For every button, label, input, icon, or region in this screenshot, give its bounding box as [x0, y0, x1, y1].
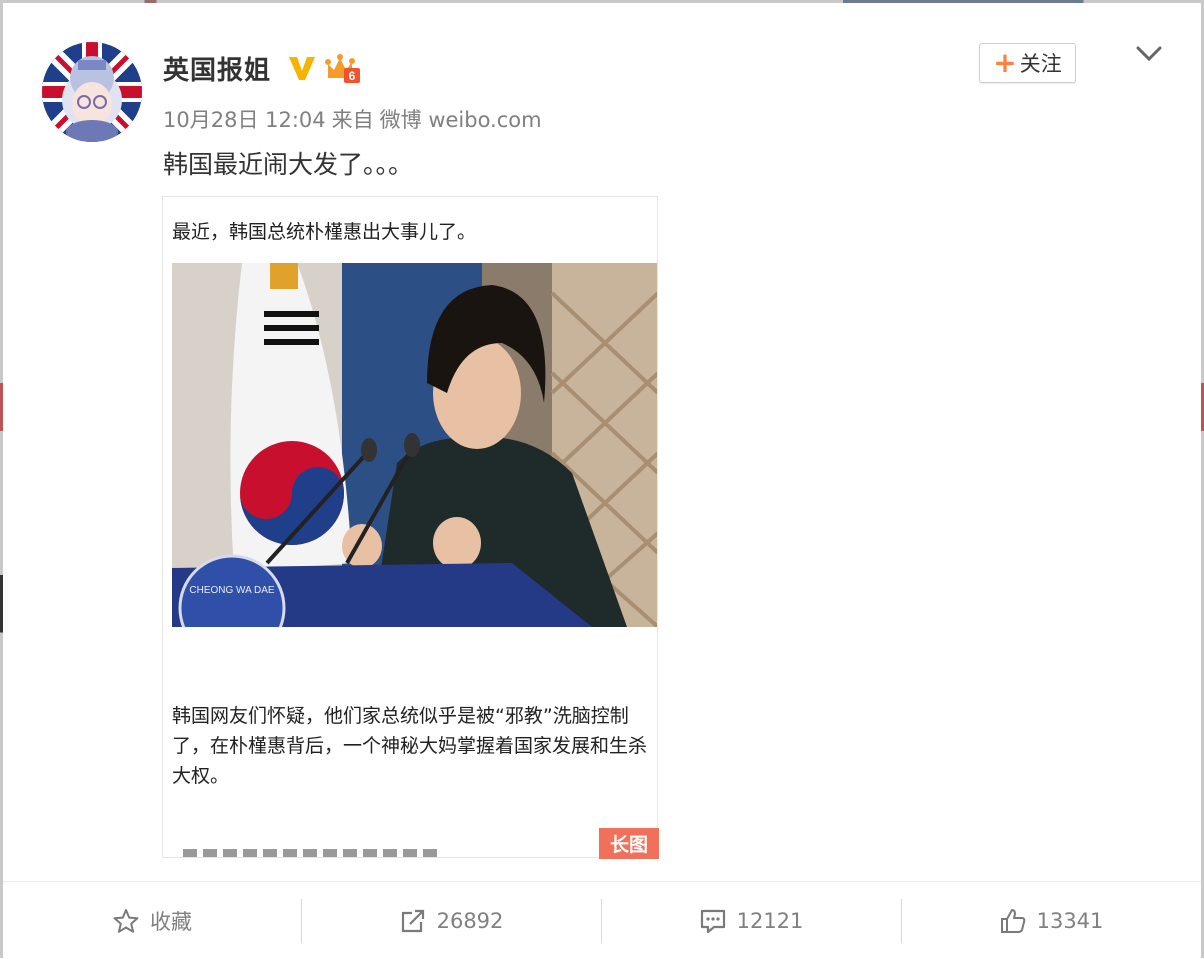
- username[interactable]: 英国报姐: [163, 50, 271, 87]
- comment-icon: [700, 909, 725, 933]
- favorite-label: 收藏: [150, 909, 192, 934]
- post-date[interactable]: 10月28日 12:04: [163, 108, 326, 132]
- follow-label: 关注: [1019, 52, 1062, 76]
- follow-button[interactable]: + 关注: [979, 43, 1076, 83]
- avatar[interactable]: [42, 42, 142, 142]
- comment-button[interactable]: 12121: [601, 882, 901, 959]
- post-text: 韩国最近闹大发了。。。: [163, 150, 414, 179]
- favorite-button[interactable]: 收藏: [3, 882, 301, 959]
- vip-crown-icon[interactable]: 6: [325, 52, 361, 84]
- action-bar: 收藏 26892 12121 13341: [3, 881, 1201, 959]
- plus-icon: +: [993, 46, 1017, 79]
- long-image-badge: 长图: [599, 828, 659, 859]
- avatar-image: [42, 42, 142, 142]
- news-photo[interactable]: CHEONG WA DAE: [172, 263, 657, 627]
- star-icon: [113, 908, 139, 933]
- repost-button[interactable]: 26892: [301, 882, 601, 959]
- long-image-paragraph: 韩国网友们怀疑，他们家总统似乎是被“邪教”洗脑控制了，在朴槿惠背后，一个神秘大妈…: [172, 705, 648, 787]
- share-icon: [401, 909, 424, 932]
- window-left-edge: [0, 0, 3, 958]
- post-meta: 10月28日 12:04 来自 微博 weibo.com: [163, 104, 548, 134]
- truncated-text: [183, 849, 443, 857]
- chevron-down-icon[interactable]: [1134, 40, 1164, 66]
- window-top-edge: [0, 0, 1204, 3]
- post-source[interactable]: 微博 weibo.com: [380, 108, 542, 132]
- like-count: 13341: [1036, 908, 1104, 933]
- verified-v-icon[interactable]: [287, 54, 317, 82]
- podium-seal-text: CHEONG WA DAE: [189, 585, 275, 596]
- like-button[interactable]: 13341: [901, 882, 1201, 959]
- long-image-card[interactable]: 最近，韩国总统朴槿惠出大事儿了。 CHEONG WA DAE 韩国网友们怀疑，他…: [162, 196, 658, 858]
- long-image-intro: 最近，韩国总统朴槿惠出大事儿了。: [172, 221, 477, 243]
- photo-illustration: CHEONG WA DAE: [172, 263, 657, 627]
- source-prefix: 来自: [331, 108, 374, 132]
- repost-count: 26892: [436, 908, 504, 933]
- vip-level-label: 6: [349, 69, 356, 83]
- comment-count: 12121: [736, 908, 804, 933]
- thumbs-up-icon: [1000, 908, 1025, 933]
